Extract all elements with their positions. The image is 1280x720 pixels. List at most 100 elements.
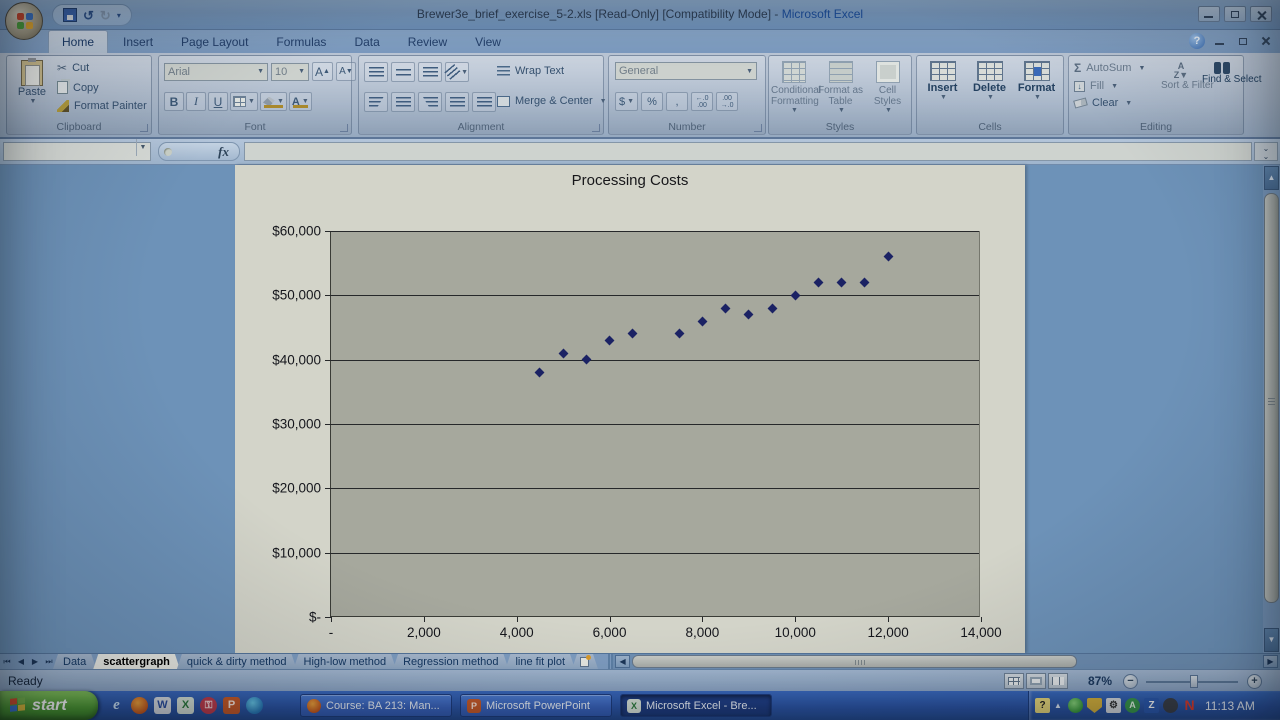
data-point[interactable]	[883, 252, 893, 262]
normal-view-icon[interactable]	[1004, 673, 1024, 689]
data-point[interactable]	[837, 278, 847, 288]
task-button-powerpoint[interactable]: P Microsoft PowerPoint	[460, 694, 612, 717]
delete-cells-button[interactable]: Delete▼	[967, 61, 1012, 101]
y-axis-label[interactable]: $10,000	[272, 545, 321, 560]
paste-dropdown-arrow[interactable]: ▼	[13, 98, 53, 105]
font-name-combo[interactable]: Arial▼	[164, 63, 268, 81]
horizontal-scrollbar-thumb[interactable]	[632, 655, 1077, 668]
help-icon[interactable]: ?	[1035, 698, 1050, 713]
hide-chevron-icon[interactable]: ▲	[1054, 701, 1064, 710]
scroll-up-icon[interactable]: ▲	[1264, 166, 1279, 190]
excel-icon[interactable]: X	[177, 697, 194, 714]
data-point[interactable]	[558, 348, 568, 358]
tab-insert[interactable]: Insert	[110, 31, 166, 54]
plot-area[interactable]: $-$10,000$20,000$30,000$40,000$50,000$60…	[330, 231, 980, 617]
vertical-scrollbar[interactable]: ▲ ▼	[1263, 165, 1280, 653]
x-axis-label[interactable]: 2,000	[407, 625, 441, 640]
start-button[interactable]: start	[0, 691, 98, 720]
data-point[interactable]	[628, 329, 638, 339]
format-as-table-button[interactable]: Format as Table▼	[818, 61, 863, 114]
scroll-left-icon[interactable]: ◀	[615, 655, 630, 668]
messenger-icon[interactable]	[1068, 698, 1083, 713]
x-axis-label[interactable]: 8,000	[686, 625, 720, 640]
find-select-button[interactable]: Find & Select	[1202, 62, 1242, 85]
task-button-browser[interactable]: Course: BA 213: Man...	[300, 694, 452, 717]
firefox-icon[interactable]	[131, 697, 148, 714]
data-point[interactable]	[814, 278, 824, 288]
y-axis-label[interactable]: $30,000	[272, 417, 321, 432]
clipboard-dialog-launcher-icon[interactable]	[140, 124, 148, 132]
y-axis-label[interactable]: $-	[309, 610, 321, 625]
data-point[interactable]	[860, 278, 870, 288]
increase-indent-button[interactable]	[472, 92, 496, 112]
tab-home[interactable]: Home	[48, 30, 108, 53]
sheet-tab-high-low[interactable]: High-low method	[294, 654, 397, 669]
clear-button[interactable]: Clear▼	[1074, 97, 1145, 109]
tab-view[interactable]: View	[462, 31, 514, 54]
zoom-level[interactable]: 87%	[1088, 674, 1112, 688]
zoom-slider-thumb[interactable]	[1190, 675, 1198, 688]
data-point[interactable]	[674, 329, 684, 339]
format-cells-button[interactable]: Format▼	[1014, 61, 1059, 101]
access-icon[interactable]: ⚿	[200, 697, 217, 714]
y-axis-label[interactable]: $50,000	[272, 288, 321, 303]
data-point[interactable]	[744, 310, 754, 320]
currency-format-button[interactable]: $▼	[615, 92, 638, 111]
underline-button[interactable]: U	[208, 92, 228, 111]
horizontal-scrollbar[interactable]: ◀ ▶	[613, 654, 1280, 669]
minimize-button[interactable]	[1198, 6, 1220, 22]
shrink-font-button[interactable]: A▼	[336, 62, 356, 81]
tab-review[interactable]: Review	[395, 31, 460, 54]
x-axis-label[interactable]: -	[329, 625, 334, 640]
autosum-button[interactable]: ΣAutoSum▼	[1074, 61, 1145, 75]
align-center-button[interactable]	[391, 92, 415, 112]
conditional-formatting-button[interactable]: Conditional Formatting▼	[771, 61, 816, 114]
comma-format-button[interactable]: ,	[666, 92, 688, 111]
msn-icon[interactable]	[246, 697, 263, 714]
cut-button[interactable]: ✂Cut	[57, 61, 147, 75]
data-point[interactable]	[581, 355, 591, 365]
data-point[interactable]	[605, 335, 615, 345]
number-format-combo[interactable]: General▼	[615, 62, 757, 80]
merge-center-button[interactable]: Merge & Center▼	[497, 95, 607, 107]
font-color-button[interactable]: A▼	[289, 92, 312, 111]
norton-icon[interactable]: N	[1182, 698, 1197, 713]
z-app-icon[interactable]: Z	[1144, 698, 1159, 713]
paste-button[interactable]: Paste ▼	[11, 60, 53, 122]
scroll-right-icon[interactable]: ▶	[1263, 655, 1278, 668]
ie-icon[interactable]: e	[108, 697, 125, 714]
volume-icon[interactable]	[1163, 698, 1178, 713]
wrap-text-button[interactable]: Wrap Text	[497, 65, 564, 77]
y-axis-label[interactable]: $40,000	[272, 352, 321, 367]
align-middle-button[interactable]	[391, 62, 415, 82]
y-axis-label[interactable]: $60,000	[272, 224, 321, 239]
x-axis-label[interactable]: 6,000	[593, 625, 627, 640]
y-axis-label[interactable]: $20,000	[272, 481, 321, 496]
next-sheet-icon[interactable]: ▶	[28, 654, 42, 669]
chart-sheet[interactable]: Processing Costs $-$10,000$20,000$30,000…	[235, 165, 1025, 653]
tab-page-layout[interactable]: Page Layout	[168, 31, 261, 54]
sort-filter-button[interactable]: AZ▼ Sort & Filter	[1161, 62, 1201, 91]
grow-font-button[interactable]: A▲	[312, 62, 333, 81]
workbook-close-button[interactable]	[1256, 34, 1274, 48]
align-left-button[interactable]	[364, 92, 388, 112]
insert-worksheet-icon[interactable]	[572, 654, 598, 669]
data-point[interactable]	[790, 290, 800, 300]
format-painter-button[interactable]: Format Painter	[57, 100, 147, 112]
sheet-tab-regression[interactable]: Regression method	[393, 654, 508, 669]
italic-button[interactable]: I	[186, 92, 206, 111]
workbook-minimize-button[interactable]	[1210, 34, 1228, 48]
antivirus-icon[interactable]: A	[1125, 698, 1140, 713]
increase-decimal-button[interactable]: ←.0.00	[691, 92, 713, 111]
orientation-button[interactable]: ▼	[445, 62, 469, 82]
font-size-combo[interactable]: 10▼	[271, 63, 309, 81]
data-point[interactable]	[535, 368, 545, 378]
shield-icon[interactable]	[1087, 698, 1102, 713]
vertical-scrollbar-thumb[interactable]	[1264, 193, 1279, 603]
decrease-indent-button[interactable]	[445, 92, 469, 112]
align-bottom-button[interactable]	[418, 62, 442, 82]
restore-button[interactable]	[1224, 6, 1246, 22]
percent-format-button[interactable]: %	[641, 92, 663, 111]
task-button-excel[interactable]: X Microsoft Excel - Bre...	[620, 694, 772, 717]
tab-formulas[interactable]: Formulas	[263, 31, 339, 54]
